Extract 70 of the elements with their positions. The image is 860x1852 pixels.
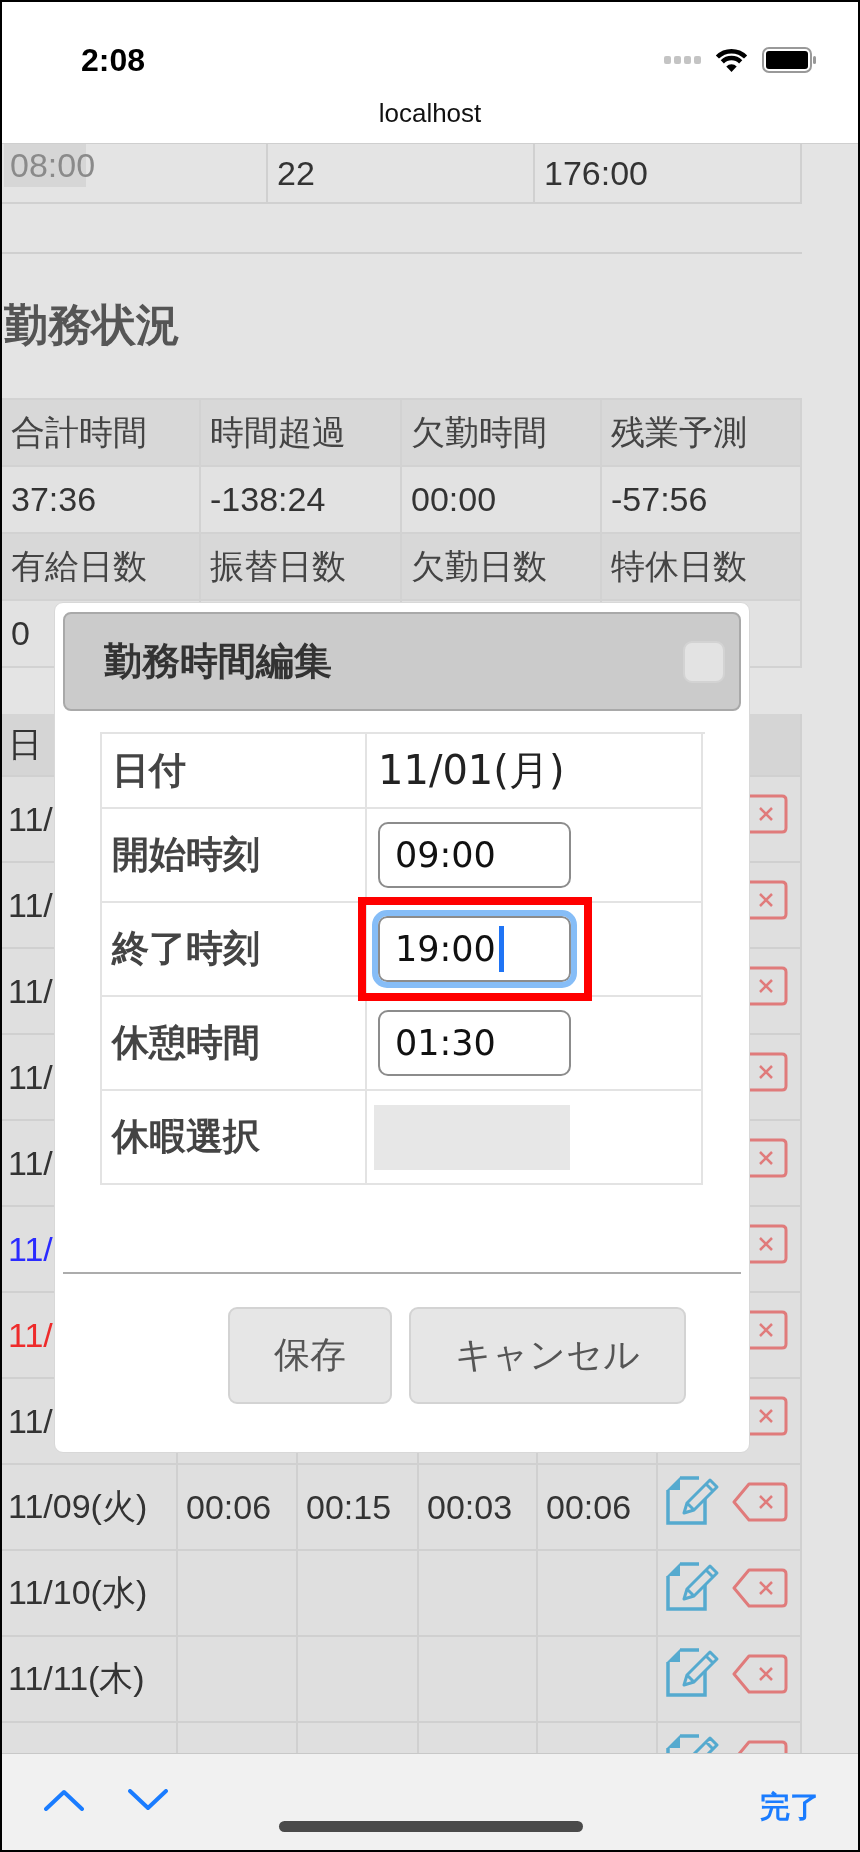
date-text: 11/11(木) (8, 1658, 145, 1699)
date-text: 11/ (8, 1057, 53, 1097)
summary-value: -138:24 (210, 480, 326, 519)
input-field[interactable]: 09:00 (378, 822, 571, 888)
field-label: 休暇選択 (112, 1115, 260, 1159)
battery-icon (762, 47, 817, 73)
wifi-icon (714, 47, 749, 73)
edit-icon[interactable] (665, 1733, 720, 1753)
summary-label: 残業予測 (611, 411, 747, 453)
date-text: 11/ (8, 799, 53, 839)
input-field[interactable]: 19:00 (372, 910, 577, 988)
delete-icon[interactable] (750, 1224, 788, 1264)
delete-icon[interactable] (732, 1654, 788, 1694)
table-value: 22 (277, 153, 315, 193)
date-text: 11/ (8, 1401, 53, 1441)
signal-icon (664, 56, 701, 64)
chevron-up-icon[interactable] (44, 1789, 84, 1811)
table-value: 08:00 (4, 144, 96, 187)
summary-value: -57:56 (611, 480, 708, 519)
date-text: 11/ (8, 971, 53, 1011)
dialog-button[interactable]: キャンセル (409, 1307, 686, 1404)
section-heading: 勤務状況 (4, 299, 180, 351)
field-value: 11/01(月) (378, 746, 565, 795)
date-text: 11/ (8, 885, 53, 925)
date-text: 11/ (8, 1143, 53, 1183)
field-label: 終了時刻 (112, 927, 260, 971)
date-text: 11/ (8, 1315, 53, 1355)
delete-icon[interactable] (750, 1396, 788, 1436)
summary-value: 37:36 (11, 480, 97, 519)
input-field[interactable]: 01:30 (378, 1010, 571, 1076)
summary-label: 有給日数 (11, 545, 147, 587)
summary-label: 欠勤時間 (411, 411, 547, 453)
select-field[interactable] (374, 1104, 570, 1170)
delete-icon[interactable] (750, 966, 788, 1006)
status-time: 2:08 (81, 41, 146, 79)
edit-icon[interactable] (665, 1647, 720, 1698)
field-label: 休憩時間 (112, 1021, 260, 1065)
table-value: 00:15 (306, 1487, 392, 1527)
delete-icon[interactable] (750, 1310, 788, 1350)
summary-label: 特休日数 (611, 545, 747, 587)
dialog-button[interactable]: 保存 (228, 1307, 392, 1404)
delete-icon[interactable] (732, 1482, 788, 1522)
table-value: 176:00 (544, 153, 648, 193)
edit-icon[interactable] (665, 1561, 720, 1612)
dialog-title: 勤務時間編集 (104, 639, 332, 684)
delete-icon[interactable] (750, 1138, 788, 1178)
summary-label: 欠勤日数 (411, 545, 547, 587)
summary-label: 振替日数 (210, 545, 346, 587)
summary-value: 00:00 (411, 480, 497, 519)
table-value: 00:06 (546, 1487, 632, 1527)
url-label[interactable]: localhost (378, 97, 482, 129)
delete-icon[interactable] (750, 1052, 788, 1092)
summary-value: 0 (11, 614, 30, 653)
summary-label: 時間超過 (210, 411, 346, 453)
close-button[interactable] (683, 640, 725, 683)
edit-icon[interactable] (665, 1475, 720, 1526)
delete-icon[interactable] (750, 880, 788, 920)
delete-icon[interactable] (750, 794, 788, 834)
table-value: 00:06 (186, 1487, 272, 1527)
chevron-down-icon[interactable] (128, 1789, 168, 1811)
field-label: 日付 (112, 748, 186, 793)
summary-label: 合計時間 (11, 411, 147, 453)
date-text: 11/09(火) (8, 1486, 148, 1527)
table-header: 日 (8, 723, 42, 765)
date-text: 11/10(水) (8, 1572, 148, 1613)
table-value: 00:03 (427, 1487, 513, 1527)
text-cursor-icon (498, 926, 504, 972)
date-text: 11/ (8, 1229, 53, 1269)
field-label: 開始時刻 (112, 833, 260, 877)
delete-icon[interactable] (732, 1568, 788, 1608)
